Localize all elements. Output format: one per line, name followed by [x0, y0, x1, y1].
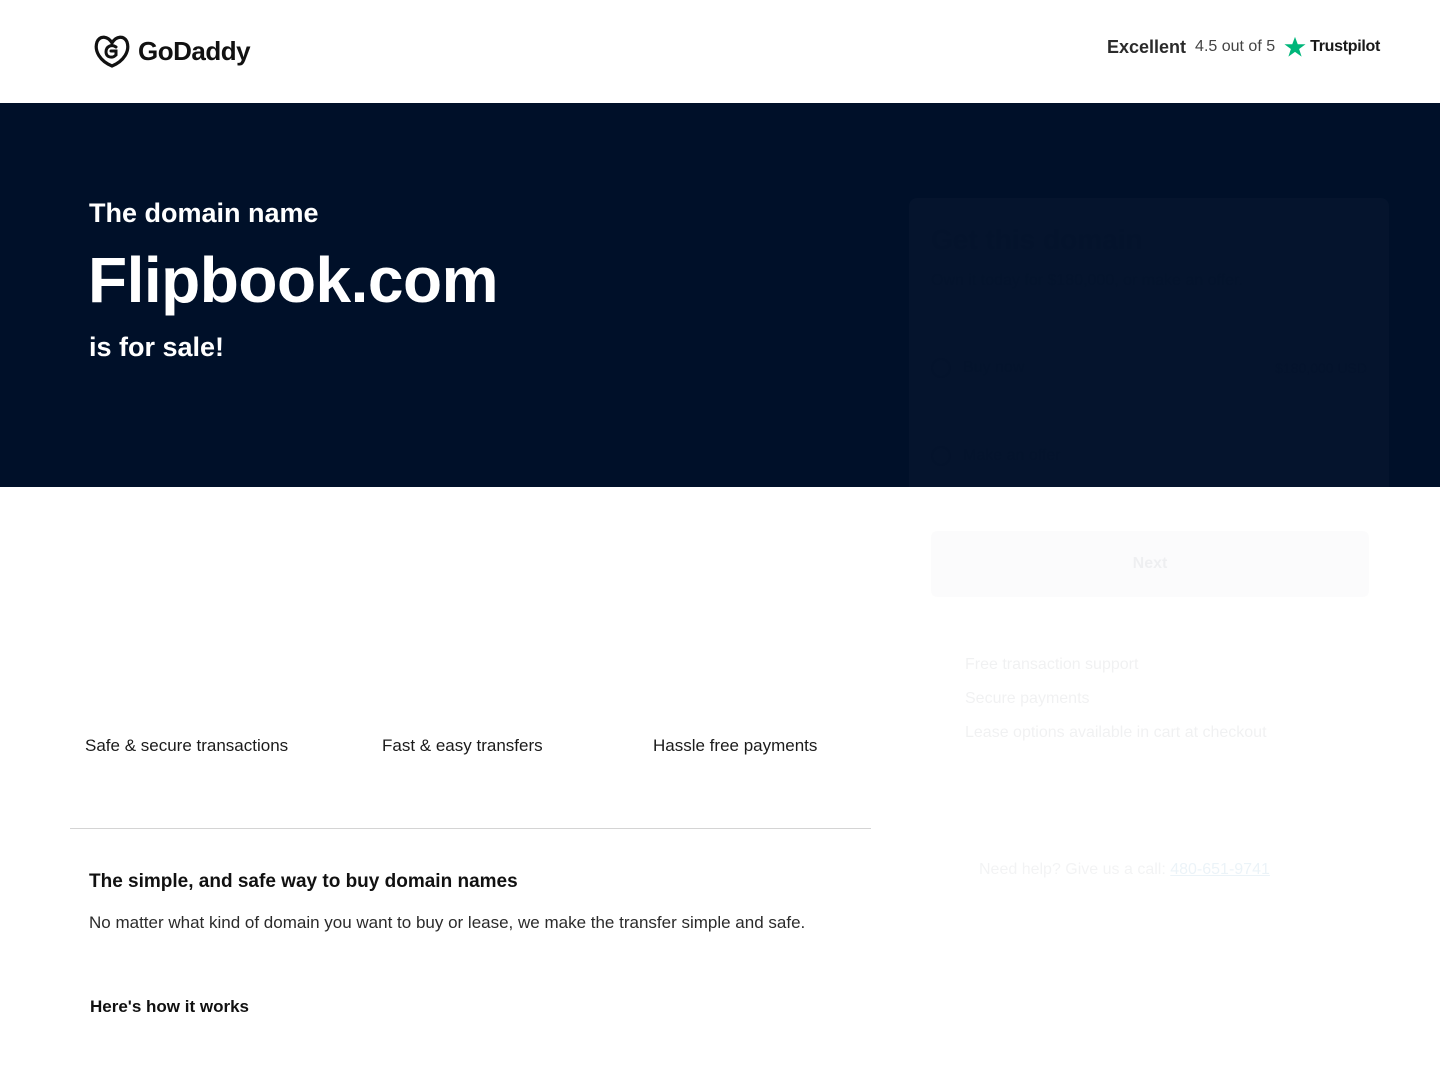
- buy-now-price: $180,000 USD: [1275, 360, 1367, 376]
- info-title: The simple, and safe way to buy domain n…: [89, 871, 518, 892]
- buy-now-option[interactable]: Buy now $180,000 USD: [931, 358, 1367, 378]
- purchase-card: Get this domain Own it today for $180,00…: [909, 198, 1389, 878]
- card-subtitle: Own it today for $180,000, or make an of…: [931, 272, 1243, 289]
- trust-score: 4.5 out of 5: [1195, 38, 1276, 55]
- card-feature-item: Lease options available in cart at check…: [965, 724, 1267, 741]
- section-divider: [70, 828, 871, 829]
- help-phone-link[interactable]: 480-651-9741: [1170, 861, 1270, 878]
- godaddy-logo[interactable]: GoDaddy: [92, 33, 251, 69]
- card-feature-item: Free transaction support: [965, 656, 1139, 673]
- site-header: GoDaddy Excellent 4.5 out of 5 Trustpilo…: [0, 0, 1440, 103]
- trust-rating-label: Excellent: [1107, 36, 1187, 57]
- help-text: Need help? Give us a call: 480-651-9741: [979, 861, 1270, 879]
- hero-pretitle: The domain name: [89, 198, 319, 228]
- godaddy-logo-icon: [94, 35, 130, 68]
- star-icon: [1284, 36, 1306, 57]
- feature-payments: Hassle free payments: [653, 736, 818, 755]
- trustpilot-brand: Trustpilot: [1284, 36, 1380, 58]
- hero-posttitle: is for sale!: [89, 332, 225, 362]
- trustpilot-rating[interactable]: Excellent 4.5 out of 5 Trustpilot: [1107, 36, 1380, 58]
- card-feature-item: Secure payments: [965, 690, 1090, 707]
- make-offer-radio[interactable]: [931, 446, 951, 466]
- make-offer-label: Make an offer: [963, 447, 1061, 464]
- next-button[interactable]: Next: [931, 531, 1369, 597]
- trustpilot-brand-text: Trustpilot: [1310, 38, 1380, 55]
- how-it-works-link[interactable]: Here's how it works: [90, 997, 249, 1017]
- card-title: Get this domain: [931, 224, 1143, 255]
- help-label: Need help? Give us a call:: [979, 861, 1166, 878]
- make-offer-option[interactable]: Make an offer: [931, 446, 1061, 466]
- feature-transfers: Fast & easy transfers: [382, 736, 543, 755]
- info-text: No matter what kind of domain you want t…: [89, 913, 806, 932]
- buy-now-label: Buy now: [963, 359, 1025, 376]
- logo-text: GoDaddy: [138, 35, 251, 66]
- feature-secure: Safe & secure transactions: [85, 736, 289, 755]
- buy-now-radio[interactable]: [931, 358, 951, 378]
- domain-name-title: Flipbook.com: [88, 244, 499, 316]
